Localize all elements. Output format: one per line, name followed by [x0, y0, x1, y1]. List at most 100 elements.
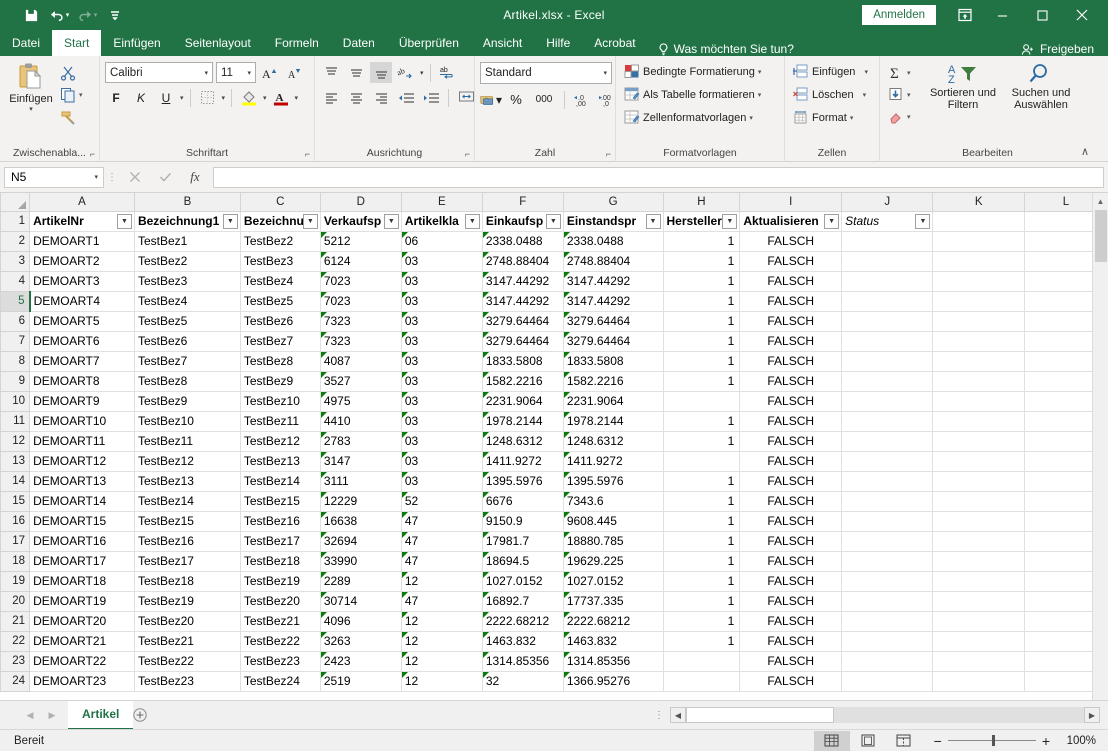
table-cell[interactable]: TestBez17	[134, 551, 240, 571]
table-cell[interactable]: 03	[401, 251, 482, 271]
table-cell[interactable]: 3147.44292	[563, 271, 663, 291]
scroll-left-icon[interactable]: ◀	[670, 707, 686, 723]
table-cell[interactable]: TestBez6	[240, 311, 320, 331]
table-cell[interactable]: FALSCH	[740, 351, 842, 371]
table-cell[interactable]: DEMOART18	[30, 571, 135, 591]
table-cell[interactable]	[663, 391, 740, 411]
table-cell[interactable]: 12	[401, 651, 482, 671]
vertical-scroll-thumb[interactable]	[1095, 210, 1107, 262]
table-cell[interactable]	[933, 631, 1024, 651]
tab-seitenlayout[interactable]: Seitenlayout	[173, 30, 263, 56]
table-cell[interactable]	[933, 411, 1024, 431]
table-cell[interactable]	[663, 671, 740, 691]
table-cell[interactable]: FALSCH	[740, 231, 842, 251]
italic-button[interactable]: K	[130, 87, 152, 108]
table-cell[interactable]	[933, 511, 1024, 531]
filter-dropdown-icon[interactable]: ▼	[722, 214, 737, 229]
tab-ansicht[interactable]: Ansicht	[471, 30, 534, 56]
table-column-header[interactable]: Status▼	[842, 211, 933, 231]
table-cell[interactable]: TestBez19	[134, 591, 240, 611]
row-header[interactable]: 10	[1, 391, 30, 411]
filter-dropdown-icon[interactable]: ▼	[465, 214, 480, 229]
table-cell[interactable]: 17737.335	[563, 591, 663, 611]
row-header[interactable]: 24	[1, 671, 30, 691]
table-cell[interactable]	[933, 611, 1024, 631]
table-cell[interactable]: 1582.2216	[563, 371, 663, 391]
table-cell[interactable]: 2519	[320, 671, 401, 691]
table-cell[interactable]: 1248.6312	[563, 431, 663, 451]
table-cell[interactable]: 1	[663, 511, 740, 531]
table-cell[interactable]	[842, 271, 933, 291]
row-header[interactable]: 5	[1, 291, 30, 311]
table-cell[interactable]	[933, 331, 1024, 351]
table-cell[interactable]	[933, 551, 1024, 571]
chevron-down-icon[interactable]: ▾	[29, 105, 33, 113]
percent-button[interactable]: %	[505, 89, 527, 110]
table-cell[interactable]: TestBez18	[134, 571, 240, 591]
formula-input[interactable]	[213, 167, 1104, 188]
table-column-header[interactable]: Bezeichnung1▼	[134, 211, 240, 231]
table-cell[interactable]	[842, 591, 933, 611]
table-cell[interactable]: 2231.9064	[563, 391, 663, 411]
table-cell[interactable]: 7343.6	[563, 491, 663, 511]
tab-start[interactable]: Start	[52, 30, 101, 56]
table-cell[interactable]: 9150.9	[482, 511, 563, 531]
redo-icon[interactable]: ▾	[74, 4, 100, 26]
table-cell[interactable]	[933, 351, 1024, 371]
table-cell[interactable]: 1582.2216	[482, 371, 563, 391]
table-cell[interactable]: FALSCH	[740, 311, 842, 331]
decrease-decimal-icon[interactable]: .00,0	[596, 89, 618, 110]
table-cell[interactable]: 1	[663, 571, 740, 591]
table-cell[interactable]: FALSCH	[740, 451, 842, 471]
text-orientation-icon[interactable]: ab	[395, 62, 417, 83]
row-header[interactable]: 22	[1, 631, 30, 651]
table-cell[interactable]: FALSCH	[740, 531, 842, 551]
grow-font-icon[interactable]: A	[259, 62, 281, 83]
table-cell[interactable]: 1	[663, 411, 740, 431]
align-bottom-icon[interactable]	[370, 62, 392, 83]
table-cell[interactable]: DEMOART6	[30, 331, 135, 351]
shrink-font-icon[interactable]: A	[284, 62, 306, 83]
table-cell[interactable]: DEMOART5	[30, 311, 135, 331]
table-cell[interactable]: 1	[663, 431, 740, 451]
table-cell[interactable]: DEMOART3	[30, 271, 135, 291]
table-cell[interactable]: 2748.88404	[482, 251, 563, 271]
row-header[interactable]: 1	[1, 211, 30, 231]
table-cell[interactable]	[842, 331, 933, 351]
table-cell[interactable]: 1027.0152	[482, 571, 563, 591]
table-cell[interactable]	[842, 451, 933, 471]
table-cell[interactable]: 1248.6312	[482, 431, 563, 451]
row-header[interactable]: 20	[1, 591, 30, 611]
table-cell[interactable]: TestBez2	[240, 231, 320, 251]
borders-icon[interactable]	[197, 87, 219, 108]
table-cell[interactable]: DEMOART7	[30, 351, 135, 371]
table-cell[interactable]: 1	[663, 231, 740, 251]
table-cell[interactable]: 2783	[320, 431, 401, 451]
table-cell[interactable]: FALSCH	[740, 511, 842, 531]
table-cell[interactable]: FALSCH	[740, 391, 842, 411]
table-column-header[interactable]: Aktualisieren▼	[740, 211, 842, 231]
table-cell[interactable]: TestBez24	[240, 671, 320, 691]
table-cell[interactable]: TestBez4	[134, 291, 240, 311]
chevron-down-icon[interactable]: ▾	[263, 94, 267, 102]
row-header[interactable]: 2	[1, 231, 30, 251]
table-cell[interactable]	[933, 371, 1024, 391]
sign-in-button[interactable]: Anmelden	[862, 5, 936, 25]
table-cell[interactable]: DEMOART13	[30, 471, 135, 491]
fill-button[interactable]: ▾	[885, 84, 925, 105]
table-cell[interactable]: 2222.68212	[482, 611, 563, 631]
table-cell[interactable]	[842, 371, 933, 391]
font-name-input[interactable]: Calibri ▾	[105, 62, 213, 83]
table-cell[interactable]: DEMOART4	[30, 291, 135, 311]
table-cell[interactable]: 12	[401, 611, 482, 631]
column-header-i[interactable]: I	[740, 193, 842, 211]
table-cell[interactable]: FALSCH	[740, 271, 842, 291]
format-painter-icon[interactable]	[57, 106, 86, 127]
font-color-icon[interactable]: A	[270, 87, 292, 108]
table-cell[interactable]: TestBez14	[134, 491, 240, 511]
table-cell[interactable]: 4087	[320, 351, 401, 371]
sheet-tab-artikel[interactable]: Artikel	[68, 701, 133, 730]
table-cell[interactable]: 3279.64464	[563, 311, 663, 331]
column-header-g[interactable]: G	[563, 193, 663, 211]
table-cell[interactable]: TestBez15	[240, 491, 320, 511]
